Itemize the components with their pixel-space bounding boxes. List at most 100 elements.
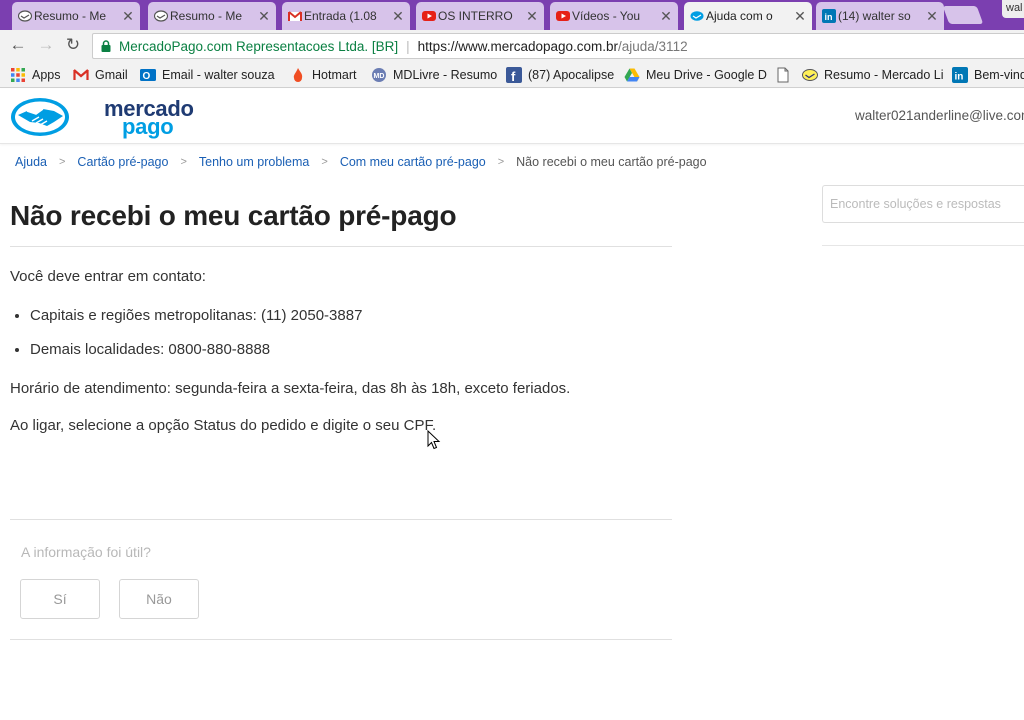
tab-title: Resumo - Me bbox=[170, 9, 243, 23]
google-drive-icon bbox=[624, 68, 640, 81]
youtube-icon bbox=[556, 11, 570, 21]
bookmark-label: Gmail bbox=[95, 67, 128, 82]
bookmark-label: Email - walter souza bbox=[162, 67, 275, 82]
bookmark-linkedin[interactable]: in Bem-vindo bbox=[952, 65, 1024, 84]
browser-tab[interactable]: Resumo - Me ✕ bbox=[12, 2, 140, 30]
search-input[interactable]: Encontre soluções e respostas bbox=[822, 185, 1024, 223]
logo-word-pago: pago bbox=[122, 114, 174, 139]
mercadolivre-handshake-icon bbox=[18, 10, 32, 22]
bookmark-gmail[interactable]: Gmail bbox=[73, 65, 128, 84]
youtube-icon bbox=[422, 11, 436, 21]
bookmark-facebook[interactable]: f (87) Apocalipse bbox=[506, 65, 614, 84]
tab-title: Vídeos - You bbox=[572, 9, 641, 23]
page-title: Não recebi o meu cartão pré-pago bbox=[10, 200, 457, 231]
call-instructions: Ao ligar, selecione a opção Status do pe… bbox=[10, 417, 437, 434]
breadcrumb-separator: > bbox=[497, 156, 505, 168]
bookmark-apps[interactable]: Apps bbox=[10, 65, 61, 84]
outlook-icon: O bbox=[140, 68, 156, 82]
site-header: mercado pago walter021anderline@live.com bbox=[0, 89, 1024, 144]
svg-text:in: in bbox=[825, 12, 833, 22]
bookmark-label: (87) Apocalipse bbox=[528, 67, 615, 82]
mouse-cursor-icon bbox=[427, 430, 441, 450]
feedback-no-button[interactable]: Não bbox=[119, 579, 199, 619]
feedback-bottom-divider bbox=[10, 639, 672, 640]
address-divider: | bbox=[406, 38, 410, 54]
page-icon bbox=[777, 67, 789, 82]
svg-text:MD: MD bbox=[374, 73, 385, 80]
mercadolivre-handshake-icon bbox=[154, 10, 168, 22]
browser-tab[interactable]: Resumo - Me ✕ bbox=[148, 2, 276, 30]
browser-tab[interactable]: Entrada (1.08 ✕ bbox=[282, 2, 410, 30]
close-tab-icon[interactable]: ✕ bbox=[926, 8, 938, 25]
gmail-icon bbox=[288, 11, 302, 21]
breadcrumb-link[interactable]: Com meu cartão pré-pago bbox=[340, 155, 486, 169]
site-identity: MercadoPago.com Representacoes Ltda. [BR… bbox=[119, 38, 399, 54]
bookmark-label: Resumo - Mercado Li bbox=[824, 67, 944, 82]
back-arrow-icon[interactable]: ← bbox=[8, 35, 28, 55]
breadcrumb: Ajuda > Cartão pré-pago > Tenho um probl… bbox=[15, 155, 707, 169]
bookmark-page[interactable] bbox=[775, 65, 797, 84]
feedback-yes-button[interactable]: Sí bbox=[20, 579, 100, 619]
browser-tab-active[interactable]: Ajuda com o ✕ bbox=[684, 2, 812, 30]
lock-icon bbox=[101, 40, 111, 52]
service-hours: Horário de atendimento: segunda-feira a … bbox=[10, 380, 571, 397]
forward-arrow-icon[interactable]: → bbox=[36, 35, 56, 55]
bookmark-label: Bem-vindo bbox=[974, 67, 1024, 82]
browser-tab-strip: Resumo - Me ✕ Resumo - Me ✕ Entrada (1.0… bbox=[0, 0, 1024, 30]
tab-title: (14) walter so bbox=[838, 9, 911, 23]
facebook-icon: f bbox=[506, 66, 522, 83]
url-text: https://www.mercadopago.com.br/ajuda/311… bbox=[418, 39, 688, 54]
url-path: /ajuda/3112 bbox=[618, 38, 688, 54]
bookmark-google-drive[interactable]: Meu Drive - Google D bbox=[624, 65, 767, 84]
close-tab-icon[interactable]: ✕ bbox=[258, 8, 270, 25]
breadcrumb-link[interactable]: Tenho um problema bbox=[199, 155, 309, 169]
linkedin-icon: in bbox=[952, 66, 968, 83]
url-host: https://www.mercadopago.com.br bbox=[417, 38, 619, 54]
close-tab-icon[interactable]: ✕ bbox=[660, 8, 672, 25]
profile-chip[interactable]: wal bbox=[1002, 0, 1024, 18]
browser-tab[interactable]: OS INTERRO ✕ bbox=[416, 2, 544, 30]
breadcrumb-current: Não recebi o meu cartão pré-pago bbox=[516, 155, 707, 169]
tab-title: Ajuda com o bbox=[706, 9, 773, 23]
user-email[interactable]: walter021anderline@live.com bbox=[855, 108, 1024, 123]
tab-title: Entrada (1.08 bbox=[304, 9, 377, 23]
mercadolivre-handshake-icon bbox=[802, 68, 818, 81]
contact-list: Capitais e regiões metropolitanas: (11) … bbox=[30, 306, 362, 374]
bookmark-email[interactable]: O Email - walter souza bbox=[140, 65, 275, 84]
bookmark-mdlivre[interactable]: MD MDLivre - Resumo bbox=[371, 65, 497, 84]
close-tab-icon[interactable]: ✕ bbox=[392, 8, 404, 25]
reload-icon[interactable]: ↻ bbox=[63, 35, 83, 55]
bookmark-label: Apps bbox=[32, 67, 61, 82]
close-tab-icon[interactable]: ✕ bbox=[122, 8, 134, 25]
hotmart-icon bbox=[293, 67, 303, 82]
title-divider bbox=[10, 246, 672, 247]
mercadopago-icon bbox=[690, 11, 704, 21]
article-intro: Você deve entrar em contato: bbox=[10, 268, 206, 285]
browser-tab[interactable]: in (14) walter so ✕ bbox=[816, 2, 944, 30]
linkedin-icon: in bbox=[822, 9, 836, 23]
feedback-top-divider bbox=[10, 519, 672, 520]
mercadopago-logo[interactable]: mercado pago bbox=[10, 95, 194, 139]
new-tab-button[interactable] bbox=[942, 6, 984, 24]
address-bar[interactable]: MercadoPago.com Representacoes Ltda. [BR… bbox=[92, 33, 1024, 59]
bookmark-resumo-mercado[interactable]: Resumo - Mercado Li bbox=[802, 65, 944, 84]
svg-text:O: O bbox=[143, 71, 151, 82]
browser-tab[interactable]: Vídeos - You ✕ bbox=[550, 2, 678, 30]
handshake-logo-icon bbox=[11, 98, 69, 136]
browser-toolbar: ← → ↻ MercadoPago.com Representacoes Ltd… bbox=[0, 30, 1024, 61]
bookmark-label: MDLivre - Resumo bbox=[393, 67, 498, 82]
apps-grid-icon bbox=[11, 67, 25, 82]
breadcrumb-link[interactable]: Cartão pré-pago bbox=[77, 155, 168, 169]
breadcrumb-separator: > bbox=[58, 156, 66, 168]
svg-text:f: f bbox=[511, 69, 516, 83]
tab-title: Resumo - Me bbox=[34, 9, 107, 23]
tab-title: OS INTERRO bbox=[438, 9, 513, 23]
sidebar-divider bbox=[822, 245, 1024, 246]
bookmark-label: Hotmart bbox=[312, 67, 357, 82]
bookmark-hotmart[interactable]: Hotmart bbox=[290, 65, 356, 84]
close-tab-icon[interactable]: ✕ bbox=[526, 8, 538, 25]
breadcrumb-link[interactable]: Ajuda bbox=[15, 155, 47, 169]
bookmarks-bar: Apps Gmail O Email - walter souza Hotmar… bbox=[0, 61, 1024, 88]
close-tab-icon[interactable]: ✕ bbox=[794, 8, 806, 25]
bookmark-label: Meu Drive - Google D bbox=[646, 67, 767, 82]
